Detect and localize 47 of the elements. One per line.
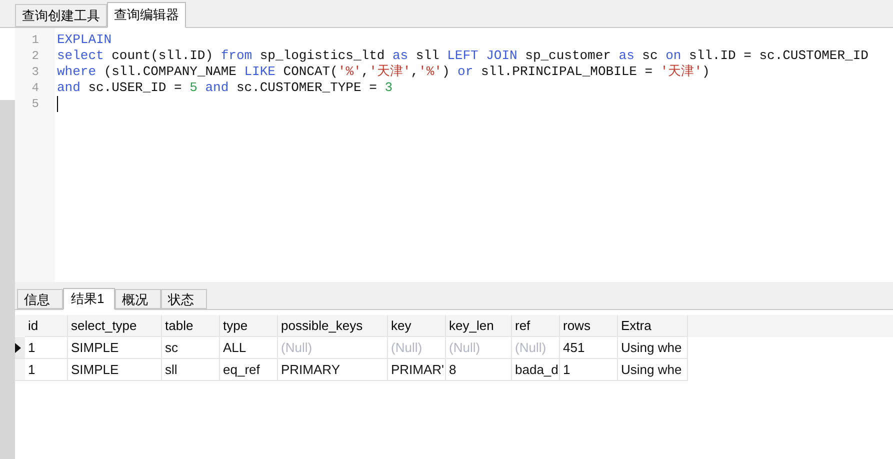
table-cell: ALL	[220, 337, 278, 359]
code-line: select count(sll.ID) from sp_logistics_ltd as sll LEFT JOIN sp_customer as sc on sll.ID = sc.CUSTOMER_ID	[57, 48, 868, 64]
table-cell: 8	[446, 359, 512, 381]
code-line: EXPLAIN	[57, 32, 112, 48]
result-tab[interactable]: 状态	[161, 289, 207, 309]
table-cell: PRIMAR'	[388, 359, 446, 381]
table-cell: SIMPLE	[68, 359, 162, 381]
column-header[interactable]: possible_keys	[278, 315, 388, 337]
column-header[interactable]: ref	[512, 315, 560, 337]
table-cell: (Null)	[388, 337, 446, 359]
line-number: 3	[30, 64, 40, 80]
table-cell: Using whe	[618, 337, 688, 359]
column-header[interactable]: key_len	[446, 315, 512, 337]
table-cell: 1	[25, 359, 68, 381]
table-cell: 451	[560, 337, 618, 359]
table-cell: sc	[162, 337, 220, 359]
table-cell: SIMPLE	[68, 337, 162, 359]
editor-tab[interactable]: 查询创建工具	[15, 4, 107, 27]
column-header[interactable]: key	[388, 315, 446, 337]
table-cell: 1	[25, 337, 68, 359]
code-line: where (sll.COMPANY_NAME LIKE CONCAT('%','天津','%') or sll.PRINCIPAL_MOBILE = '天津')	[57, 64, 710, 80]
row-pointer-icon	[15, 342, 21, 352]
line-number: 5	[30, 96, 40, 112]
result-tab[interactable]: 信息	[17, 289, 63, 309]
table-cell: 1	[560, 359, 618, 381]
column-header[interactable]: type	[220, 315, 278, 337]
row-selector[interactable]	[15, 337, 25, 359]
line-number: 1	[30, 32, 40, 48]
column-header[interactable]: rows	[560, 315, 618, 337]
line-number: 4	[30, 80, 40, 96]
table-cell: PRIMARY	[278, 359, 388, 381]
table-cell: (Null)	[512, 337, 560, 359]
code-line: and sc.USER_ID = 5 and sc.CUSTOMER_TYPE = 3	[57, 80, 392, 96]
column-header[interactable]: id	[25, 315, 68, 337]
column-header[interactable]: Extra	[618, 315, 688, 337]
result-tab[interactable]: 概况	[115, 289, 161, 309]
line-number: 2	[30, 48, 40, 64]
column-header[interactable]: table	[162, 315, 220, 337]
table-cell: (Null)	[278, 337, 388, 359]
table-cell: sll	[162, 359, 220, 381]
table-cell: (Null)	[446, 337, 512, 359]
editor-tab[interactable]: 查询编辑器	[107, 2, 186, 28]
table-cell: eq_ref	[220, 359, 278, 381]
table-cell: bada_d	[512, 359, 560, 381]
result-tab[interactable]: 结果1	[63, 288, 115, 310]
table-cell: Using whe	[618, 359, 688, 381]
column-header[interactable]: select_type	[68, 315, 162, 337]
